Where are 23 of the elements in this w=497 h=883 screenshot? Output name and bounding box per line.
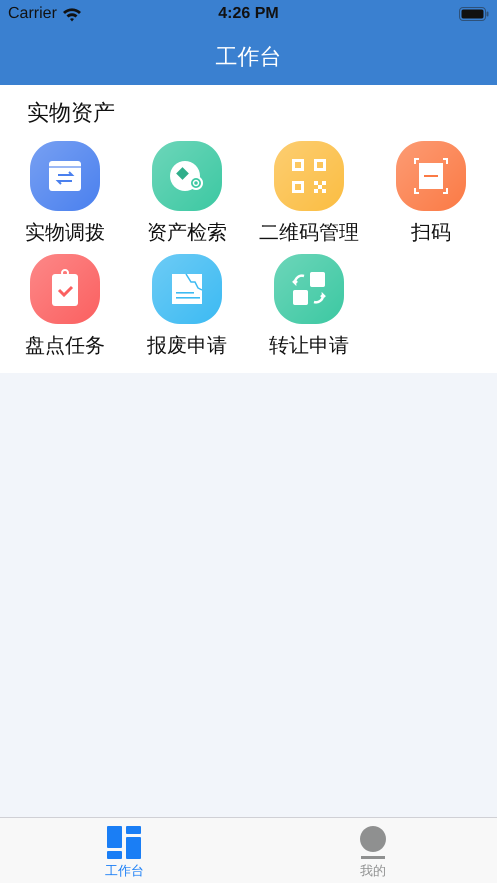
person-icon	[358, 826, 387, 859]
box-arrows-icon[interactable]	[30, 141, 100, 211]
app-label[interactable]: 资产检索	[147, 219, 227, 246]
dashboard-icon	[107, 826, 142, 859]
swap-icon[interactable]	[274, 254, 344, 324]
app-label[interactable]: 转让申请	[269, 332, 349, 359]
scan-icon[interactable]	[396, 141, 466, 211]
app-label[interactable]: 实物调拨	[25, 219, 105, 246]
clipboard-check-icon[interactable]	[30, 254, 100, 324]
document-icon[interactable]	[152, 254, 222, 324]
battery-icon	[459, 7, 489, 21]
clock-time: 4:26 PM	[218, 5, 279, 23]
tab-item[interactable]: 工作台	[0, 818, 248, 883]
app-label[interactable]: 二维码管理	[259, 219, 359, 246]
app-label[interactable]: 报废申请	[147, 332, 227, 359]
coin-search-icon[interactable]	[152, 141, 222, 211]
page-title: 工作台	[216, 44, 282, 72]
section-title: 实物资产	[27, 100, 115, 128]
qr-code-icon[interactable]	[274, 141, 344, 211]
app-label[interactable]: 扫码	[411, 219, 451, 246]
carrier-name: Carrier	[8, 5, 57, 23]
app-label[interactable]: 盘点任务	[25, 332, 105, 359]
wifi-icon	[62, 6, 82, 22]
